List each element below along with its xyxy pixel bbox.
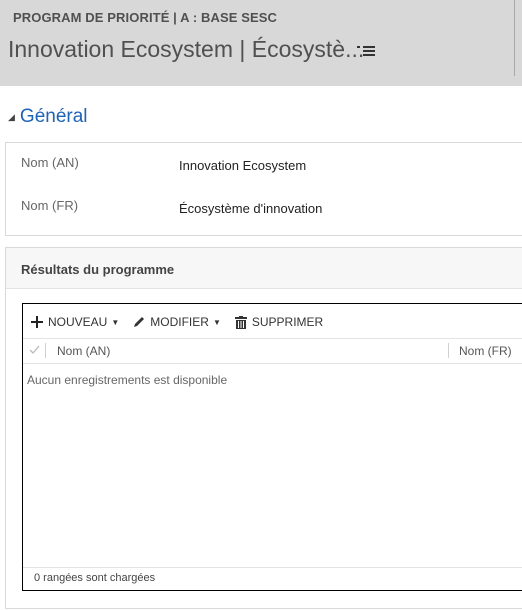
subgrid-toolbar: NOUVEAU ▼ MODIFIER ▼ SUPPRIMER <box>31 312 337 332</box>
edit-button-label: MODIFIER <box>150 315 209 329</box>
subgrid-header-bar: Résultats du programme <box>6 248 522 289</box>
delete-button-label: SUPPRIMER <box>251 315 324 329</box>
trash-icon <box>234 315 247 329</box>
new-button[interactable]: NOUVEAU ▼ <box>31 315 119 329</box>
program-results-panel: Résultats du programme NOUVEAU ▼ MODIFIE… <box>5 247 522 609</box>
chevron-down-icon: ▼ <box>111 317 120 327</box>
header-divider <box>514 0 515 76</box>
column-separator[interactable] <box>448 343 449 358</box>
subgrid: NOUVEAU ▼ MODIFIER ▼ SUPPRIMER Nom (AN) <box>22 303 522 591</box>
field-label-nom-fr: Nom (FR) <box>21 198 79 213</box>
column-header-nom-an[interactable]: Nom (AN) <box>57 344 110 358</box>
list-menu-icon[interactable] <box>357 44 375 58</box>
record-title[interactable]: Innovation Ecosystem | Écosystè... <box>8 36 364 63</box>
rows-loaded-status: 0 rangées sont chargées <box>34 572 156 584</box>
subgrid-title: Résultats du programme <box>21 262 175 277</box>
checkmark-icon[interactable] <box>29 345 40 355</box>
field-value-nom-fr[interactable]: Écosystème d'innovation <box>179 201 322 216</box>
empty-message: Aucun enregistrements est disponible <box>27 373 228 387</box>
pencil-icon <box>133 316 145 328</box>
chevron-down-icon: ▼ <box>212 317 221 327</box>
edit-button[interactable]: MODIFIER ▼ <box>133 315 221 329</box>
grid-footer: 0 rangées sont chargées <box>23 567 522 590</box>
triangle-collapse-icon[interactable]: ◢ <box>8 112 15 123</box>
field-value-nom-an[interactable]: Innovation Ecosystem <box>179 158 306 173</box>
section-title: Général <box>19 106 88 127</box>
column-separator <box>45 343 46 358</box>
delete-button[interactable]: SUPPRIMER <box>234 315 324 329</box>
form-header: PROGRAM DE PRIORITÉ | A : BASE SESC Inno… <box>0 0 522 86</box>
column-header-nom-fr[interactable]: Nom (FR) <box>459 344 512 358</box>
new-button-label: NOUVEAU <box>48 315 108 329</box>
entity-label: PROGRAM DE PRIORITÉ | A : BASE SESC <box>13 10 278 25</box>
general-fields-panel: Nom (AN) Innovation Ecosystem Nom (FR) É… <box>5 142 522 236</box>
section-general[interactable]: ◢ Général <box>8 106 88 128</box>
grid-header-row: Nom (AN) Nom (FR) <box>23 338 522 364</box>
plus-icon <box>31 316 43 328</box>
field-label-nom-an: Nom (AN) <box>21 155 79 170</box>
